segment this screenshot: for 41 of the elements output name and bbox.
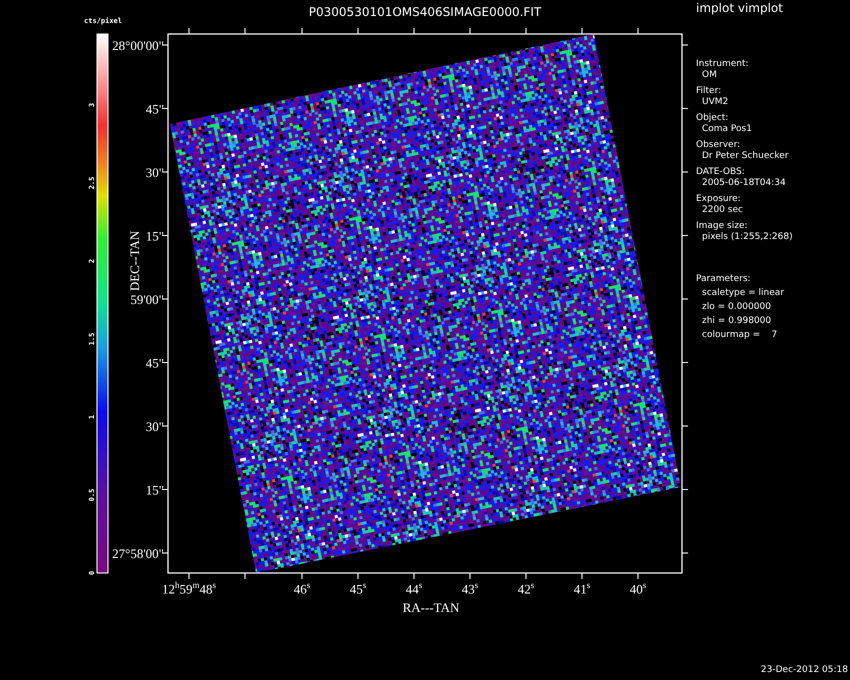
info-label: Instrument:: [696, 59, 749, 69]
x-tick-label: 43$^{s}$: [462, 579, 478, 596]
y-tick-label: 27°58'00": [112, 546, 164, 561]
x-tick-label: 42$^{s}$: [518, 579, 534, 596]
y-axis-label: DEC--TAN: [127, 230, 142, 292]
info-label: Exposure:: [696, 194, 741, 204]
y-tick-label: 45": [146, 356, 164, 370]
info-label: Observer:: [696, 140, 740, 150]
parameter-line: colourmap = 7: [702, 330, 778, 340]
info-label: Filter:: [696, 86, 722, 96]
x-tick-label: 44$^{s}$: [406, 579, 422, 596]
info-label: Image size:: [696, 221, 748, 231]
x-tick-label: 46$^{s}$: [294, 579, 310, 596]
x-tick-label: 40$^{s}$: [630, 579, 646, 596]
y-tick-label: 15": [146, 228, 164, 244]
parameter-line: zlo = 0.000000: [702, 302, 771, 312]
x-tick-label: 41$^{s}$: [574, 579, 590, 596]
info-value: Coma Pos1: [702, 124, 752, 134]
info-value: 2005-06-18T04:34: [702, 178, 786, 188]
parameters-label: Parameters:: [696, 274, 751, 284]
x-tick-label: 12$^{h}$59$^{m}$48$^{s}$: [162, 579, 216, 596]
y-tick-label: 59'00": [130, 292, 164, 307]
info-value: Dr Peter Schuecker: [702, 151, 788, 161]
info-value: 2200 sec: [702, 205, 743, 215]
parameter-line: zhi = 0.998000: [702, 316, 772, 326]
y-tick-label: 28°00'00": [112, 38, 164, 53]
info-value: OM: [702, 70, 717, 80]
parameter-line: scaletype = linear: [702, 288, 784, 298]
info-value: pixels (1:255,2:268): [702, 232, 793, 242]
info-label: Object:: [696, 113, 728, 123]
y-tick-label: 30": [146, 419, 164, 434]
info-value: UVM2: [702, 97, 728, 107]
info-label: DATE-OBS:: [696, 167, 745, 177]
plot-title: P0300530101OMS406SIMAGE0000.FIT: [308, 5, 542, 19]
y-tick-label: 30": [146, 165, 164, 180]
y-tick-label: 45": [146, 102, 164, 116]
app-label: implot vimplot: [696, 1, 783, 15]
x-tick-label: 45$^{s}$: [350, 579, 366, 596]
x-axis-label: RA---TAN: [402, 600, 460, 615]
y-tick-label: 15": [146, 482, 164, 498]
timestamp: 23-Dec-2012 05:18: [760, 665, 848, 675]
